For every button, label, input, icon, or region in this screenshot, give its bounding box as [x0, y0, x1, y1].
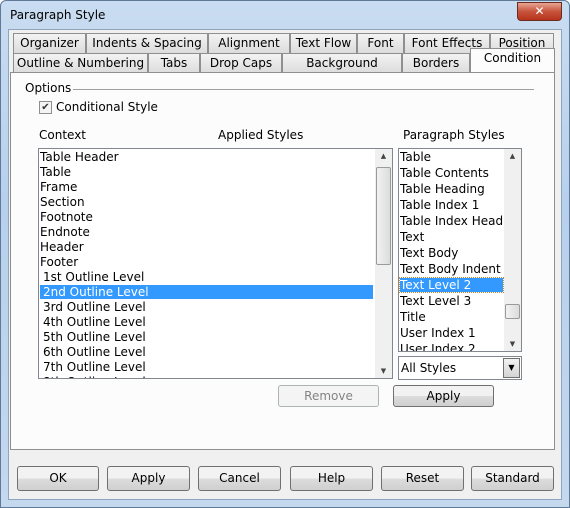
cancel-button[interactable]: Cancel	[198, 466, 281, 491]
tab-text-flow[interactable]: Text Flow	[290, 33, 357, 53]
context-list[interactable]: ▲ ▼ Table Header Table Frame Section Footnot…	[38, 148, 393, 379]
paragraph-style-item[interactable]: Text Body	[400, 246, 503, 260]
scroll-up-icon[interactable]: ▲	[375, 152, 392, 160]
paragraph-style-item[interactable]: Table Heading	[400, 182, 503, 196]
paragraph-styles-list[interactable]: ▲ ▼ Table Table Contents Table Heading Tabl…	[398, 148, 522, 352]
scroll-thumb[interactable]	[505, 304, 520, 319]
apply-style-button[interactable]: Apply	[393, 385, 494, 407]
context-item[interactable]: 5th Outline Level	[40, 330, 373, 344]
checkmark-icon: ✔	[41, 102, 50, 113]
paragraph-style-item[interactable]: Table Index Heading	[400, 214, 503, 228]
scroll-thumb[interactable]	[376, 167, 391, 265]
context-item[interactable]: Frame	[40, 180, 373, 194]
context-header: Context	[39, 128, 87, 142]
scroll-down-icon[interactable]: ▼	[375, 367, 392, 375]
context-item[interactable]: Table Header	[40, 150, 373, 164]
tab-organizer[interactable]: Organizer	[13, 33, 86, 53]
context-item[interactable]: 1st Outline Level	[40, 270, 373, 284]
context-item[interactable]: Section	[40, 195, 373, 209]
standard-button[interactable]: Standard	[471, 466, 554, 491]
style-filter-select[interactable]: All Styles ▼	[398, 356, 522, 380]
context-item[interactable]: Footnote	[40, 210, 373, 224]
context-item[interactable]: 2nd Outline Level	[40, 285, 373, 299]
scroll-up-icon[interactable]: ▲	[504, 152, 521, 160]
style-filter-value: All Styles	[401, 361, 457, 375]
options-divider	[73, 89, 534, 90]
applied-styles-header: Applied Styles	[218, 128, 304, 142]
tab-alignment[interactable]: Alignment	[208, 33, 290, 53]
tab-tabs[interactable]: Tabs	[148, 53, 200, 73]
tab-drop-caps[interactable]: Drop Caps	[200, 53, 282, 73]
tab-font[interactable]: Font	[357, 33, 404, 53]
context-item[interactable]: 8th Outline Level	[40, 375, 373, 378]
tab-condition[interactable]: Condition	[470, 48, 555, 72]
paragraph-style-item[interactable]: User Index 1	[400, 326, 503, 340]
scroll-down-icon[interactable]: ▼	[504, 340, 521, 348]
ok-button[interactable]: OK	[17, 466, 99, 491]
context-item[interactable]: 6th Outline Level	[40, 345, 373, 359]
remove-button[interactable]: Remove	[278, 385, 379, 407]
tab-borders[interactable]: Borders	[402, 53, 470, 73]
context-item[interactable]: 7th Outline Level	[40, 360, 373, 374]
context-item[interactable]: Header	[40, 240, 373, 254]
tab-outline-numbering[interactable]: Outline & Numbering	[13, 53, 148, 73]
reset-button[interactable]: Reset	[381, 466, 464, 491]
context-item[interactable]: 3rd Outline Level	[40, 300, 373, 314]
paragraph-style-item[interactable]: Text Level 3	[400, 294, 503, 308]
paragraph-scrollbar[interactable]: ▲ ▼	[504, 149, 521, 351]
paragraph-style-item[interactable]: Table Contents	[400, 166, 503, 180]
context-item[interactable]: Footer	[40, 255, 373, 269]
paragraph-style-item[interactable]: Text Level 2	[399, 277, 504, 293]
paragraph-style-item[interactable]: Text Body Indent	[400, 262, 503, 276]
context-item[interactable]: Table	[40, 165, 373, 179]
context-item[interactable]: Endnote	[40, 225, 373, 239]
paragraph-style-item[interactable]: Table	[400, 150, 503, 164]
conditional-style-label[interactable]: Conditional Style	[56, 100, 158, 114]
context-item[interactable]: 4th Outline Level	[40, 315, 373, 329]
window-title: Paragraph Style	[10, 8, 106, 22]
apply-button[interactable]: Apply	[107, 466, 190, 491]
tab-indents-spacing[interactable]: Indents & Spacing	[86, 33, 208, 53]
paragraph-style-item[interactable]: Table Index 1	[400, 198, 503, 212]
chevron-down-icon[interactable]: ▼	[503, 358, 520, 378]
context-scrollbar[interactable]: ▲ ▼	[375, 149, 392, 378]
paragraph-style-item[interactable]: User Index 2	[400, 342, 503, 351]
paragraph-style-item[interactable]: Title	[400, 310, 503, 324]
tab-background[interactable]: Background	[282, 53, 402, 73]
paragraph-style-item[interactable]: Text	[400, 230, 503, 244]
close-button[interactable]: ✕	[517, 2, 562, 21]
help-button[interactable]: Help	[290, 466, 373, 491]
paragraph-styles-header: Paragraph Styles	[403, 128, 505, 142]
conditional-style-checkbox[interactable]: ✔	[39, 101, 52, 114]
options-label: Options	[25, 81, 72, 95]
close-icon: ✕	[534, 4, 545, 18]
